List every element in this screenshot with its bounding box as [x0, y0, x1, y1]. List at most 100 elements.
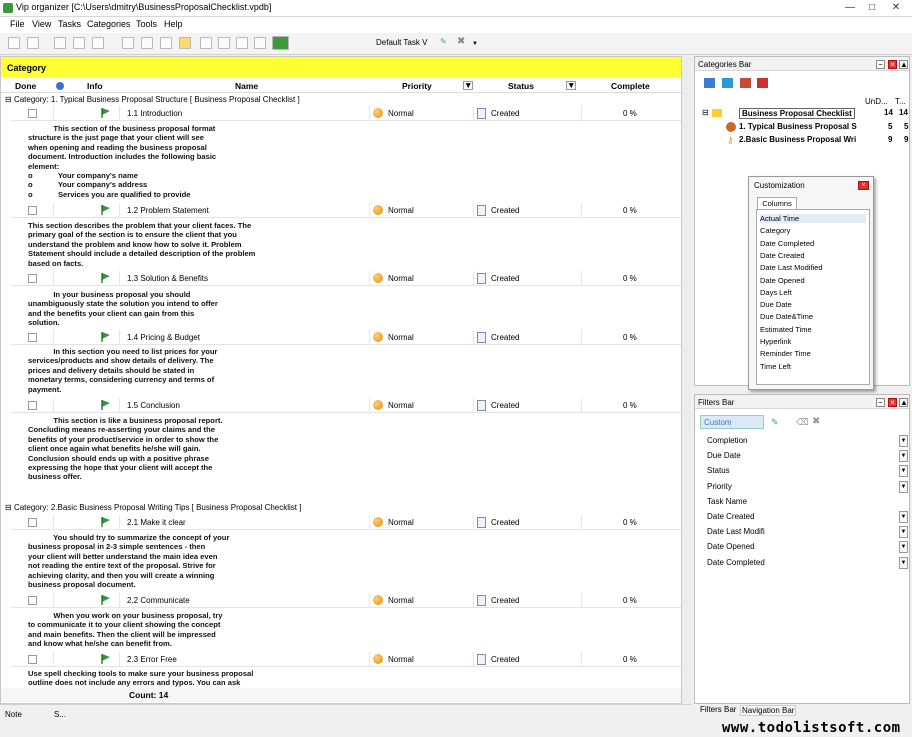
close-panel-icon[interactable]: × — [888, 60, 897, 69]
folder-icon[interactable] — [179, 37, 191, 49]
pen-icon[interactable]: ✎ — [440, 37, 452, 49]
done-checkbox[interactable] — [28, 596, 37, 605]
close-panel-icon[interactable]: × — [888, 398, 897, 407]
task-complete[interactable]: 0 % — [623, 401, 637, 410]
column-option[interactable]: Due Date — [760, 300, 792, 309]
task-priority[interactable]: Normal — [388, 274, 414, 283]
task-row[interactable]: 1.3 Solution & Benefits Normal Created 0 % — [11, 271, 681, 286]
column-option[interactable]: Date Last Modified — [760, 263, 823, 272]
filter-row[interactable]: Task Name — [698, 495, 910, 509]
column-option[interactable]: Actual Time — [760, 214, 866, 223]
filter-dropdown[interactable]: ▼ — [899, 465, 908, 478]
task-name[interactable]: 2.3 Error Free — [127, 655, 177, 664]
minimize-panel-icon[interactable]: − — [876, 60, 885, 69]
filter-dropdown[interactable]: ▼ — [899, 511, 908, 523]
minimize-icon[interactable]: — — [840, 1, 860, 14]
move-up-icon[interactable] — [236, 37, 248, 49]
task-complete[interactable]: 0 % — [623, 596, 637, 605]
task-complete[interactable]: 0 % — [623, 518, 637, 527]
column-complete[interactable]: Complete — [611, 81, 650, 91]
task-status[interactable]: Created — [491, 274, 519, 283]
menu-tools[interactable]: Tools — [136, 19, 157, 29]
done-checkbox[interactable] — [28, 274, 37, 283]
menu-view[interactable]: View — [32, 19, 51, 29]
group-header-1[interactable]: ⊟ Category: 1. Typical Business Proposal… — [5, 95, 300, 104]
done-checkbox[interactable] — [28, 109, 37, 118]
task-row[interactable]: 2.3 Error Free Normal Created 0 % — [11, 652, 681, 667]
task-status[interactable]: Created — [491, 596, 519, 605]
column-option[interactable]: Days Left — [760, 288, 792, 297]
task-row[interactable]: 1.5 Conclusion Normal Created 0 % — [11, 398, 681, 413]
task-priority[interactable]: Normal — [388, 333, 414, 342]
task-complete[interactable]: 0 % — [623, 206, 637, 215]
column-status[interactable]: Status — [508, 81, 534, 91]
task-name[interactable]: 1.1 Introduction — [127, 109, 182, 118]
indent-icon[interactable] — [200, 37, 212, 49]
collapse-icon[interactable]: ⊟ — [5, 95, 12, 104]
delete-icon[interactable] — [160, 37, 172, 49]
menu-tasks[interactable]: Tasks — [58, 19, 81, 29]
task-row[interactable]: 1.2 Problem Statement Normal Created 0 % — [11, 203, 681, 218]
task-name[interactable]: 1.5 Conclusion — [127, 401, 180, 410]
filter-dropdown[interactable]: ▼ — [899, 556, 908, 569]
tab-navigation-bar[interactable]: Navigation Bar — [740, 705, 797, 716]
close-icon[interactable]: × — [858, 181, 869, 190]
menu-file[interactable]: File — [10, 19, 25, 29]
tab-filters-bar[interactable]: Filters Bar — [700, 705, 736, 714]
print-icon[interactable] — [73, 37, 85, 49]
task-status[interactable]: Created — [491, 109, 519, 118]
filter-row[interactable]: Status ▼ — [698, 464, 910, 478]
menu-categories[interactable]: Categories — [87, 19, 131, 29]
clear-icon[interactable]: ✖ — [457, 37, 469, 49]
column-option[interactable]: Estimated Time — [760, 325, 812, 334]
vertical-splitter[interactable] — [682, 56, 691, 704]
new-category-icon[interactable] — [704, 78, 715, 88]
delete-category-icon[interactable] — [757, 78, 768, 88]
task-status[interactable]: Created — [491, 401, 519, 410]
clear-icon[interactable]: ✖ — [812, 416, 820, 427]
done-checkbox[interactable] — [28, 655, 37, 664]
task-priority[interactable]: Normal — [388, 109, 414, 118]
task-complete[interactable]: 0 % — [623, 274, 637, 283]
task-status[interactable]: Created — [491, 518, 519, 527]
new-task-icon[interactable] — [8, 37, 20, 49]
filter-preset-select[interactable]: Custom — [700, 415, 764, 429]
task-status[interactable]: Created — [491, 655, 519, 664]
edit-icon[interactable] — [141, 37, 153, 49]
column-option[interactable]: Date Completed — [760, 239, 814, 248]
column-done[interactable]: Done — [15, 81, 36, 91]
column-name[interactable]: Name — [235, 81, 258, 91]
task-priority[interactable]: Normal — [388, 401, 414, 410]
task-priority[interactable]: Normal — [388, 596, 414, 605]
group-header-2[interactable]: ⊟ Category: 2.Basic Business Proposal Wr… — [5, 503, 301, 512]
filter-dropdown[interactable]: ▼ — [899, 450, 908, 463]
done-checkbox[interactable] — [28, 206, 37, 215]
task-status[interactable]: Created — [491, 206, 519, 215]
done-checkbox[interactable] — [28, 518, 37, 527]
category-tree-item-2[interactable]: ⚷ 2.Basic Business Proposal Wri 9 9 — [698, 134, 910, 147]
collapse-icon[interactable]: ⊟ — [5, 503, 12, 512]
export-icon[interactable] — [92, 37, 104, 49]
tab-columns[interactable]: Columns — [757, 197, 797, 209]
filter-dropdown[interactable]: ▼ — [899, 480, 908, 493]
column-option[interactable]: Category — [760, 226, 790, 235]
column-option[interactable]: Date Created — [760, 251, 805, 260]
filter-row[interactable]: Date Completed ▼ — [698, 556, 910, 570]
save-icon[interactable] — [54, 37, 66, 49]
task-complete[interactable]: 0 % — [623, 655, 637, 664]
view-select[interactable]: Default Task V — [376, 38, 427, 47]
eraser-icon[interactable]: ⌫ — [796, 417, 809, 428]
task-row[interactable]: 1.4 Pricing & Budget Normal Created 0 % — [11, 330, 681, 345]
column-option[interactable]: Due Date&Time — [760, 312, 813, 321]
outdent-icon[interactable] — [218, 37, 230, 49]
edit-category-icon[interactable] — [740, 78, 751, 88]
column-total[interactable]: T... — [895, 97, 906, 106]
done-checkbox[interactable] — [28, 401, 37, 410]
chevron-down-icon[interactable]: ▼ — [472, 41, 478, 47]
task-complete[interactable]: 0 % — [623, 333, 637, 342]
column-option[interactable]: Date Opened — [760, 276, 805, 285]
task-status[interactable]: Created — [491, 333, 519, 342]
column-priority[interactable]: Priority — [402, 81, 432, 91]
task-row[interactable]: 2.2 Communicate Normal Created 0 % — [11, 593, 681, 608]
filter-dropdown[interactable]: ▼ — [899, 541, 908, 554]
